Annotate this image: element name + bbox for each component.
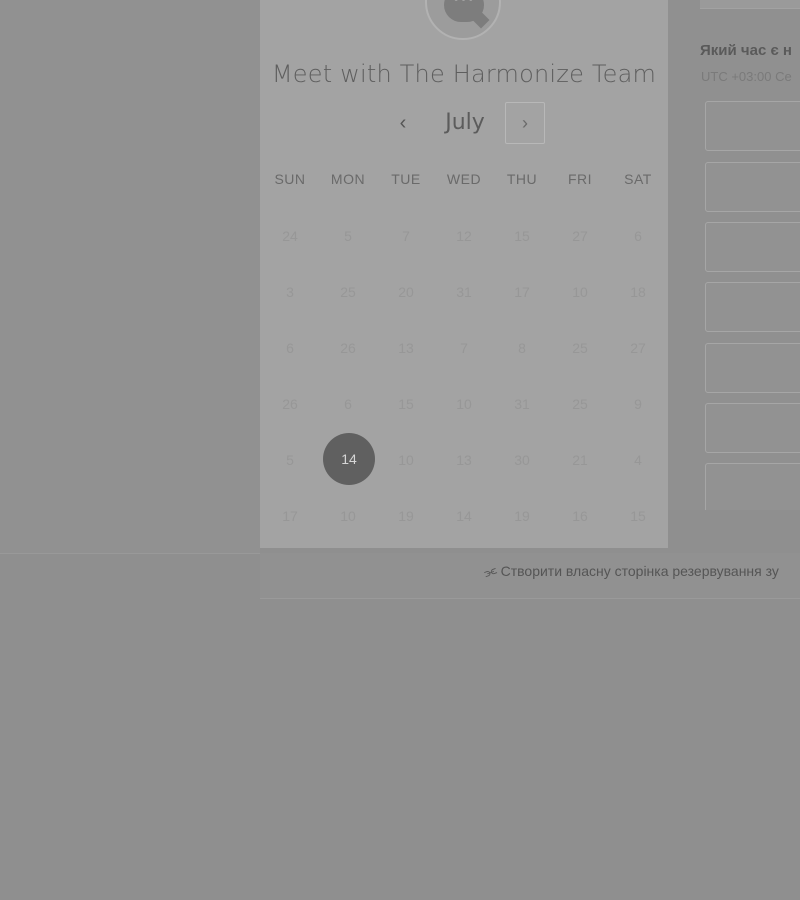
time-selection-panel: Який час є н UTC +03:00 Ce [668, 0, 800, 510]
footer-bar: ⫘ Створити власну сторінка резервування з… [260, 553, 800, 599]
calendar-day: 17 [514, 284, 530, 300]
time-heading: Який час є н [700, 42, 792, 59]
next-month-button[interactable]: › [505, 102, 545, 144]
calendar-day: 6 [344, 396, 352, 412]
calendar-day: 5 [344, 228, 352, 244]
hubspot-sprocket-icon: ⫘ [481, 561, 499, 581]
calendar-day: 26 [340, 340, 356, 356]
calendar-day: 18 [630, 284, 646, 300]
calendar-day: 12 [456, 228, 472, 244]
calendar-day: 10 [398, 452, 414, 468]
time-panel-topbar [700, 0, 800, 9]
calendar-day: 4 [634, 452, 642, 468]
calendar-day: 30 [514, 452, 530, 468]
time-slot[interactable] [705, 463, 800, 510]
weekday-mon: MON [330, 171, 366, 187]
weekday-wed: WED [446, 171, 482, 187]
create-booking-page-text: Створити власну сторінка резервування зу [500, 563, 779, 579]
calendar-day: 3 [286, 284, 294, 300]
calendar-day: 15 [398, 396, 414, 412]
calendar-panel: ••• Meet with The Harmonize Team ‹ July … [260, 0, 668, 548]
calendar-day: 5 [286, 452, 294, 468]
calendar-day: 31 [514, 396, 530, 412]
calendar-day: 19 [398, 508, 414, 524]
weekday-sat: SAT [624, 171, 652, 187]
calendar-day: 25 [572, 340, 588, 356]
calendar-day: 27 [630, 340, 646, 356]
calendar-day: 17 [282, 508, 298, 524]
meeting-title: Meet with The Harmonize Team [271, 60, 657, 88]
create-booking-page-link[interactable]: ⫘ Створити власну сторінка резервування з… [481, 561, 779, 581]
calendar-day: 14 [456, 508, 472, 524]
calendar-day: 6 [634, 228, 642, 244]
time-slot[interactable] [705, 101, 800, 151]
calendar-day: 7 [402, 228, 410, 244]
calendar-day: 21 [572, 452, 588, 468]
month-label: July [445, 110, 485, 135]
calendar-day: 25 [572, 396, 588, 412]
timezone-selector[interactable]: UTC +03:00 Ce [701, 69, 792, 84]
chat-bubble-icon: ••• [444, 0, 490, 29]
calendar-day: 16 [572, 508, 588, 524]
weekday-thu: THU [506, 171, 538, 187]
weekday-fri: FRI [567, 171, 593, 187]
calendar-day: 13 [398, 340, 414, 356]
time-slot[interactable] [705, 343, 800, 393]
time-slot[interactable] [705, 162, 800, 212]
weekday-tue: TUE [391, 171, 421, 187]
selected-day[interactable]: 14 [323, 433, 375, 485]
time-slot[interactable] [705, 222, 800, 272]
calendar-day: 24 [282, 228, 298, 244]
calendar-day: 13 [456, 452, 472, 468]
time-slot[interactable] [705, 282, 800, 332]
calendar-day: 10 [456, 396, 472, 412]
weekday-header: SUN MON TUE WED THU FRI SAT [260, 171, 668, 191]
calendar-day: 20 [398, 284, 414, 300]
calendar-day: 27 [572, 228, 588, 244]
calendar-day: 8 [518, 340, 526, 356]
calendar-day: 15 [630, 508, 646, 524]
calendar-day: 26 [282, 396, 298, 412]
team-avatar: ••• [425, 0, 501, 40]
weekday-sun: SUN [274, 171, 306, 187]
time-slot[interactable] [705, 403, 800, 453]
calendar-day: 10 [340, 508, 356, 524]
calendar-day: 19 [514, 508, 530, 524]
calendar-day: 25 [340, 284, 356, 300]
prev-month-button[interactable]: ‹ [388, 108, 418, 138]
calendar-day: 10 [572, 284, 588, 300]
calendar-day: 9 [634, 396, 642, 412]
page-backdrop [0, 0, 260, 554]
calendar-day: 7 [460, 340, 468, 356]
calendar-day: 31 [456, 284, 472, 300]
calendar-day: 6 [286, 340, 294, 356]
calendar-day: 15 [514, 228, 530, 244]
